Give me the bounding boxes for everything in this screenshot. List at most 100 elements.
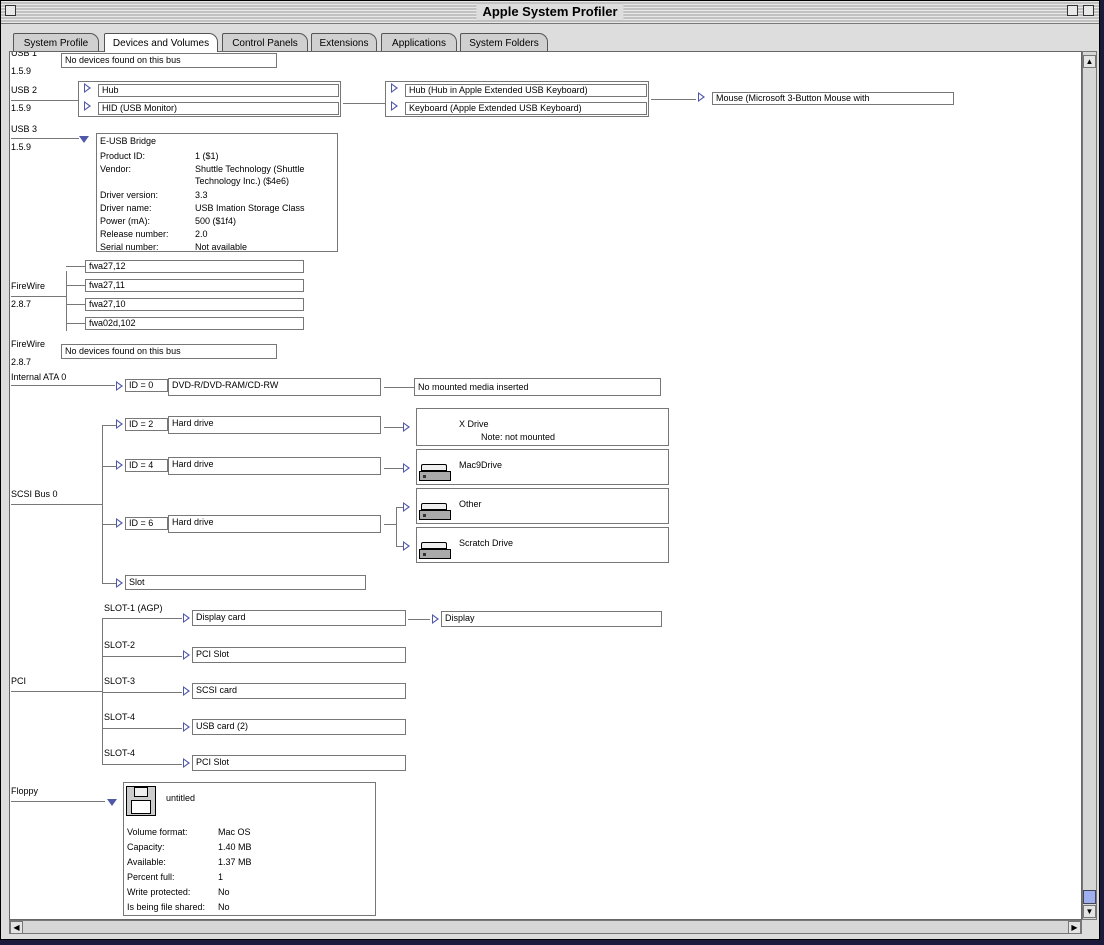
x-drive-note: Note: not mounted: [481, 432, 556, 442]
scsi-hard-drive-2[interactable]: Hard drive: [168, 416, 381, 434]
scroll-down-arrow-icon[interactable]: ▼: [1083, 905, 1096, 918]
firewire2-empty-box: No devices found on this bus: [61, 344, 277, 359]
scsi-id6-disclosure-icon[interactable]: [116, 518, 123, 528]
keyboard-disclosure-icon[interactable]: [391, 101, 398, 111]
scroll-up-arrow-icon[interactable]: ▲: [1083, 55, 1096, 68]
firewire2-version: 2.8.7: [11, 357, 32, 367]
usb2-keyboard-hub-label: Hub (Hub in Apple Extended USB Keyboard): [409, 85, 588, 95]
detail-value: USB Imation Storage Class: [195, 203, 305, 213]
scsi-hard-drive-6[interactable]: Hard drive: [168, 515, 381, 533]
pci-slot1-disclosure-icon[interactable]: [183, 613, 190, 623]
scsi-slot[interactable]: Slot: [125, 575, 366, 590]
pci-card-label: PCI Slot: [196, 649, 230, 659]
scsi-id2-disclosure-icon[interactable]: [116, 419, 123, 429]
detail-value: 500 ($1f4): [195, 216, 237, 226]
pci-slot3-disclosure-icon[interactable]: [183, 686, 190, 696]
detail-key: Capacity:: [127, 842, 165, 852]
tab-control-panels[interactable]: Control Panels: [222, 33, 308, 51]
x-drive-name: X Drive: [459, 419, 489, 429]
pci-slot-card[interactable]: PCI Slot: [192, 647, 406, 663]
firewire-device[interactable]: fwa02d,102: [85, 317, 304, 330]
mac9drive-volume[interactable]: Mac9Drive: [416, 449, 669, 485]
scsi-id4-label: ID = 4: [129, 460, 154, 470]
scroll-thumb[interactable]: [1083, 890, 1096, 904]
window-title: Apple System Profiler: [476, 4, 624, 20]
other-volume[interactable]: Other: [416, 488, 669, 524]
detail-value: Not available: [195, 242, 248, 252]
scsi-id4-disclosure-icon[interactable]: [116, 460, 123, 470]
ata-disclosure-icon[interactable]: [116, 381, 123, 391]
display-disclosure-icon[interactable]: [432, 614, 439, 624]
close-box-icon[interactable]: [5, 5, 16, 16]
firewire-device[interactable]: fwa27,11: [85, 279, 304, 292]
usb2-hid[interactable]: HID (USB Monitor): [98, 102, 339, 115]
usb2-hub-label: Hub: [102, 85, 119, 95]
detail-key: Driver version:: [100, 190, 159, 200]
other-disclosure-icon[interactable]: [403, 502, 410, 512]
usb2-hub[interactable]: Hub: [98, 84, 339, 97]
hard-disk-icon: [419, 464, 451, 482]
mac9drive-disclosure-icon[interactable]: [403, 463, 410, 473]
tab-devices-and-volumes[interactable]: Devices and Volumes: [104, 33, 218, 52]
scsi-slot-disclosure-icon[interactable]: [116, 578, 123, 588]
scratch-disclosure-icon[interactable]: [403, 541, 410, 551]
collapse-box-icon[interactable]: [1083, 5, 1094, 16]
mouse-disclosure-icon[interactable]: [698, 92, 705, 102]
firewire2-label: FireWire: [11, 339, 45, 349]
pci-scsi-card[interactable]: SCSI card: [192, 683, 406, 699]
x-drive-volume[interactable]: X Drive Note: not mounted: [416, 408, 669, 446]
ata-device[interactable]: DVD-R/DVD-RAM/CD-RW: [168, 378, 381, 396]
firewire1-label: FireWire: [11, 281, 45, 291]
pci-display[interactable]: Display: [441, 611, 662, 627]
detail-value: No: [218, 887, 230, 897]
scsi-hard-drive-label: Hard drive: [172, 418, 214, 428]
scratch-drive-volume[interactable]: Scratch Drive: [416, 527, 669, 563]
usb2-mouse[interactable]: Mouse (Microsoft 3-Button Mouse with: [712, 92, 954, 105]
pci-label: PCI: [11, 676, 27, 686]
usb2-keyboard[interactable]: Keyboard (Apple Extended USB Keyboard): [405, 102, 647, 115]
tab-applications[interactable]: Applications: [381, 33, 457, 51]
detail-key: Is being file shared:: [127, 902, 206, 912]
horizontal-scrollbar[interactable]: ◀ ▶: [9, 920, 1082, 934]
tab-system-folders[interactable]: System Folders: [460, 33, 548, 51]
title-bar[interactable]: Apple System Profiler: [1, 1, 1099, 24]
pci-slot4-disclosure-icon[interactable]: [183, 722, 190, 732]
scroll-left-arrow-icon[interactable]: ◀: [10, 921, 23, 934]
pci-slot-name: SLOT-4: [104, 748, 136, 758]
usb2-mouse-label: Mouse (Microsoft 3-Button Mouse with: [716, 93, 870, 103]
scsi-hard-drive-4[interactable]: Hard drive: [168, 457, 381, 475]
pci-slot4b-disclosure-icon[interactable]: [183, 758, 190, 768]
pci-slot2-disclosure-icon[interactable]: [183, 650, 190, 660]
usb2-keyboard-label: Keyboard (Apple Extended USB Keyboard): [409, 103, 582, 113]
pci-usb-card[interactable]: USB card (2): [192, 719, 406, 735]
floppy-volume-detail: untitled Volume format: Mac OS Capacity:…: [123, 782, 376, 916]
scroll-right-arrow-icon[interactable]: ▶: [1068, 921, 1081, 934]
usb2-keyboard-hub[interactable]: Hub (Hub in Apple Extended USB Keyboard): [405, 84, 647, 97]
hard-disk-icon: [419, 503, 451, 521]
detail-key: Power (mA):: [100, 216, 151, 226]
tab-extensions[interactable]: Extensions: [311, 33, 377, 51]
hub-disclosure-icon[interactable]: [84, 83, 91, 93]
hid-disclosure-icon[interactable]: [84, 101, 91, 111]
pci-display-card[interactable]: Display card: [192, 610, 406, 626]
firewire-device[interactable]: fwa27,12: [85, 260, 304, 273]
firewire-device-label: fwa27,11: [89, 280, 125, 290]
detail-value: Shuttle Technology (Shuttle: [195, 164, 305, 174]
firewire-device[interactable]: fwa27,10: [85, 298, 304, 311]
scsi-id4: ID = 4: [125, 459, 168, 472]
floppy-disclosure-open-icon[interactable]: [107, 799, 117, 806]
usb3-disclosure-open-icon[interactable]: [79, 136, 89, 143]
floppy-disk-icon: [126, 786, 156, 816]
tab-system-profile[interactable]: System Profile: [13, 33, 99, 51]
mac9drive-name: Mac9Drive: [459, 460, 503, 470]
firewire-device-label: fwa27,12: [89, 261, 126, 271]
vertical-scrollbar[interactable]: ▲ ▼: [1082, 51, 1097, 920]
x-drive-disclosure-icon[interactable]: [403, 422, 410, 432]
pci-slot-card[interactable]: PCI Slot: [192, 755, 406, 771]
devices-tree-pane: USB 1 1.5.9 No devices found on this bus…: [9, 51, 1082, 920]
keyboard-hub-disclosure-icon[interactable]: [391, 83, 398, 93]
scsi-label: SCSI Bus 0: [11, 489, 58, 499]
zoom-box-icon[interactable]: [1067, 5, 1078, 16]
ata-id-label: ID = 0: [129, 380, 154, 390]
detail-value: 2.0: [195, 229, 208, 239]
